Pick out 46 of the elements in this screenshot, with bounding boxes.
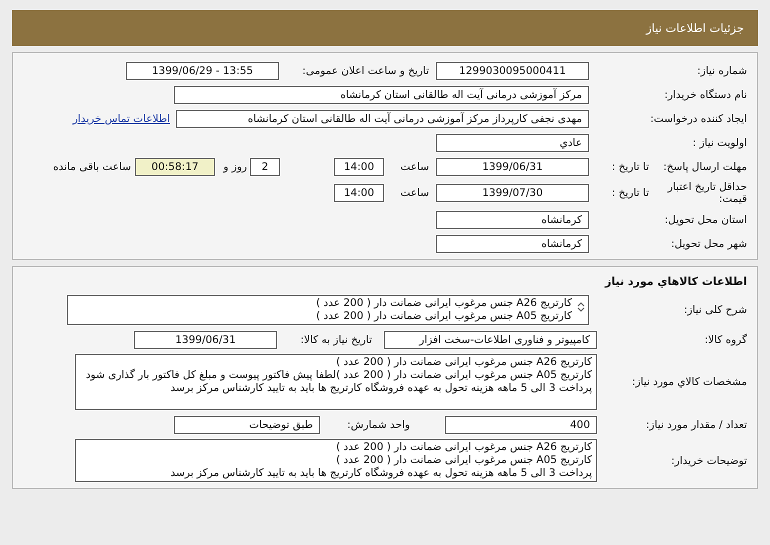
field-label: ساعت — [399, 187, 429, 199]
city-field: کرمانشاه — [436, 234, 589, 252]
field-label: تا تاریخ : — [610, 187, 649, 199]
page-header: جزئیات اطلاعات نیاز — [12, 10, 758, 46]
province-field: کرمانشاه — [436, 210, 589, 228]
summary-box: کارتریج A26 جنس مرغوب ایرانی ضمانت دار ( 200 عدد ) کارتریج A05 جنس مرغوب ایرانی ضمانت دار ( 200 عدد ) — [67, 295, 589, 325]
unit-field: طبق توضیحات — [174, 416, 320, 434]
field-label: ساعت باقی مانده — [52, 160, 131, 172]
field-label: اولویت نیاز : — [692, 136, 747, 148]
specs-box: کارتریج A26 جنس مرغوب ایرانی ضمانت دار ( 200 عدد ) کارتریج A05 جنس مرغوب ایرانی ضمانت دار ( 200 عدد )لطفا پیش فاکتور پیوست و مبلغ کل فاکتور بار گذاری شود پرداخت 3 الی 5 ماهه هزینه تحول به عهده فروشگاه کارتریج ها باید به تایید کارشناس مرکز برسد — [75, 354, 597, 410]
scroll-arrows-icon — [577, 301, 585, 313]
field-label: تعداد / مقدار مورد نیاز: — [644, 418, 747, 430]
field-label: شهر محل تحویل: — [670, 238, 747, 250]
deadline-time-field: 14:00 — [334, 158, 384, 176]
field-label: توضیحات خریدار: — [670, 454, 747, 466]
field-label: ساعت — [399, 160, 429, 172]
buyer-notes-box: کارتریج A26 جنس مرغوب ایرانی ضمانت دار ( 200 عدد ) کارتریج A05 جنس مرغوب ایرانی ضمانت دار ( 200 عدد ) پرداخت 3 الی 5 ماهه هزینه تحول به عهده فروشگاه کارتریج ها باید به تایید کارشناس مرکز برسد — [75, 439, 597, 482]
field-label: واحد شمارش: — [346, 418, 410, 430]
quantity-field: 400 — [445, 416, 597, 434]
need-date-field: 1399/06/31 — [134, 330, 277, 348]
field-label: روز و — [222, 160, 247, 172]
field-label: گروه کالا: — [704, 334, 747, 346]
field-label: تاریخ و ساعت اعلان عمومی: — [301, 64, 429, 76]
section-title: اطلاعات کالاهاي مورد نياز — [604, 275, 747, 290]
need-number-field: 1299030095000411 — [436, 62, 589, 80]
countdown-field: 00:58:17 — [135, 158, 215, 176]
field-label: حداقل تاریخ اعتبار قیمت: — [666, 181, 747, 205]
deadline-date-field: 1399/06/31 — [436, 158, 589, 176]
contact-link[interactable]: اطلاعات تماس خریدار — [72, 112, 170, 124]
goods-group-field: کامپیوتر و فناوری اطلاعات-سخت افزار — [384, 330, 597, 348]
buyer-org-field: مرکز آموزشی درمانی آیت اله طالقانی استان کرمانشاه — [174, 86, 589, 104]
field-label: ایجاد کننده درخواست: — [649, 112, 747, 124]
field-label: شرح کلی نیاز: — [682, 304, 747, 316]
announce-date-field: 1399/06/29 - 13:55 — [126, 62, 279, 80]
field-label: شماره نیاز: — [696, 64, 747, 76]
creator-field: مهدی نجفی کارپرداز مرکز آموزشی درمانی آیت اله طالقانی استان کرمانشاه — [176, 110, 589, 128]
validity-date-field: 1399/07/30 — [436, 184, 589, 202]
field-label: نام دستگاه خریدار: — [663, 88, 747, 100]
field-label: مهلت ارسال پاسخ: — [662, 160, 747, 172]
days-field: 2 — [250, 158, 280, 176]
validity-time-field: 14:00 — [334, 184, 384, 202]
field-label: تاریخ نیاز به کالا: — [299, 334, 372, 346]
field-label: استان محل تحویل: — [664, 214, 747, 226]
field-label: تا تاریخ : — [610, 160, 649, 172]
priority-field: عادي — [436, 134, 589, 152]
field-label: مشخصات کالاي مورد نياز: — [630, 376, 747, 388]
